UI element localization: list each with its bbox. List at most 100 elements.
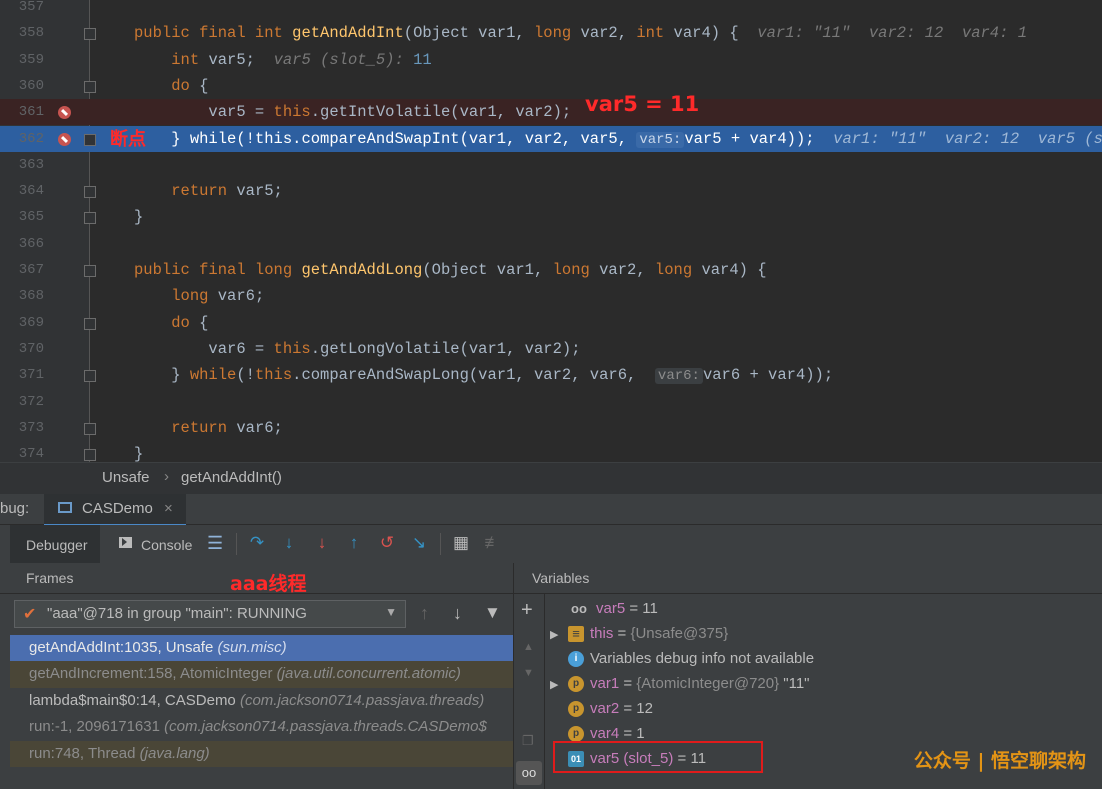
debug-label: bug: [0, 500, 30, 517]
code-line[interactable]: 368 long var6; [0, 283, 1102, 309]
code-line[interactable]: 363 [0, 152, 1102, 178]
move-up-icon[interactable]: ▲ [523, 641, 534, 653]
line-number[interactable]: 358 [10, 20, 44, 46]
frame-row[interactable]: getAndIncrement:158, AtomicInteger (java… [10, 661, 513, 688]
code-line[interactable]: 373 return var6; [0, 415, 1102, 441]
tab-console-label: Console [141, 537, 193, 553]
breadcrumb-method[interactable]: getAndAddInt() [181, 469, 282, 486]
line-number[interactable]: 362 [10, 126, 44, 152]
menu-icon[interactable]: ☰ [207, 533, 223, 554]
variable-row[interactable]: ▶ p var1 = {AtomicInteger@720} "11" [550, 671, 810, 696]
evaluate-icon[interactable]: ▦ [452, 534, 470, 552]
filter-icon[interactable]: ▼ [484, 603, 501, 623]
line-number[interactable]: 361 [10, 99, 44, 125]
frame-row[interactable]: lambda$main$0:14, CASDemo (com.jackson07… [10, 688, 513, 715]
code-line[interactable]: 365} [0, 204, 1102, 230]
code-line[interactable]: 371 } while(!this.compareAndSwapLong(var… [0, 362, 1102, 388]
variable-name: var1 [590, 675, 620, 692]
add-watch-icon[interactable]: + [521, 599, 533, 622]
breakpoint-icon[interactable] [58, 132, 71, 146]
line-number[interactable]: 357 [10, 0, 44, 20]
line-number[interactable]: 366 [10, 231, 44, 257]
fold-marker-icon[interactable] [84, 28, 96, 41]
thread-select[interactable]: ✔ "aaa"@718 in group "main": RUNNING ▼ [14, 600, 406, 628]
line-number[interactable]: 373 [10, 415, 44, 441]
code-line[interactable]: 362 } while(!this.compareAndSwapInt(var1… [0, 125, 1102, 152]
variable-name: var5 [596, 600, 626, 617]
frame-row[interactable]: run:748, Thread (java.lang) [10, 740, 513, 768]
drop-frame-icon[interactable]: ↺ [378, 534, 396, 552]
code-line[interactable]: 364 return var5; [0, 178, 1102, 204]
breadcrumb-class[interactable]: Unsafe [102, 469, 150, 486]
code-text: var5 = this.getIntVolatile(var1, var2); [134, 103, 572, 122]
line-number[interactable]: 368 [10, 283, 44, 309]
parameter-icon: p [568, 701, 584, 718]
frame-row[interactable]: getAndAddInt:1035, Unsafe (sun.misc) [10, 635, 513, 662]
line-number[interactable]: 359 [10, 47, 44, 73]
code-line[interactable]: 360 do { [0, 73, 1102, 99]
equals-sign: = [625, 600, 643, 617]
expand-arrow-icon[interactable]: ▶ [550, 623, 568, 648]
equals-sign: = [619, 725, 637, 742]
trace-icon[interactable]: ≢ [484, 534, 502, 552]
frame-row[interactable]: run:-1, 2096171631 (com.jackson0714.pass… [10, 714, 513, 741]
fold-marker-icon[interactable] [84, 449, 96, 462]
previous-frame-icon[interactable]: ↑ [420, 603, 429, 624]
chevron-down-icon: ▼ [385, 605, 397, 619]
tab-debugger[interactable]: Debugger [10, 525, 100, 566]
step-out-icon[interactable]: ↑ [345, 534, 363, 552]
expand-arrow-icon[interactable]: ▶ [550, 673, 568, 698]
code-line[interactable]: 359 int var5; var5 (slot_5): 11 [0, 47, 1102, 73]
line-number[interactable]: 371 [10, 362, 44, 388]
force-step-into-icon[interactable]: ↓ [313, 534, 331, 552]
code-text: } while(!this.compareAndSwapInt(var1, va… [134, 129, 1102, 148]
watches-toggle-icon[interactable]: oo [516, 761, 542, 785]
fold-marker-icon[interactable] [84, 265, 96, 277]
code-line[interactable]: 358 public final int getAndAddInt(Object … [0, 20, 1102, 46]
code-text: int var5; var5 (slot_5): 11 [171, 50, 432, 69]
code-line[interactable]: 357 [0, 0, 1102, 20]
fold-marker-icon[interactable] [84, 317, 96, 330]
tab-casdemo[interactable]: CASDemo × [44, 494, 186, 527]
run-to-cursor-icon[interactable]: ↘ [410, 534, 428, 552]
variable-row[interactable]: p var2 = 12 [550, 696, 653, 721]
code-line[interactable]: 372 [0, 389, 1102, 415]
variable-value: {AtomicInteger@720} "11" [636, 675, 810, 692]
code-line[interactable]: 374} [0, 441, 1102, 462]
code-line[interactable]: 370 var6 = this.getLongVolatile(var1, va… [0, 336, 1102, 362]
move-down-icon[interactable]: ▼ [523, 667, 534, 679]
line-number[interactable]: 370 [10, 336, 44, 362]
line-number[interactable]: 360 [10, 73, 44, 99]
line-number[interactable]: 374 [10, 441, 44, 462]
line-number[interactable]: 372 [10, 389, 44, 415]
frame-package: (sun.misc) [217, 639, 287, 656]
fold-marker-icon[interactable] [84, 80, 96, 93]
line-number[interactable]: 364 [10, 178, 44, 204]
variable-name: var2 [590, 700, 620, 717]
fold-marker-icon[interactable] [84, 370, 96, 383]
variable-row[interactable]: i Variables debug info not available [550, 646, 814, 671]
fold-marker-icon[interactable] [84, 422, 96, 435]
code-line[interactable]: 369 do { [0, 310, 1102, 336]
line-number[interactable]: 365 [10, 204, 44, 230]
variable-row[interactable]: ▶ ≡ this = {Unsafe@375} [550, 621, 728, 646]
variable-row[interactable]: oo var5 = 11 [550, 596, 658, 621]
step-over-icon[interactable]: ↷ [248, 534, 266, 552]
line-number[interactable]: 367 [10, 257, 44, 283]
code-line[interactable]: 366 [0, 231, 1102, 257]
close-icon[interactable]: × [164, 500, 173, 517]
step-into-icon[interactable]: ↓ [280, 534, 298, 552]
fold-marker-icon[interactable] [84, 133, 96, 146]
copy-icon[interactable]: ❐ [522, 733, 534, 749]
tab-console[interactable]: Console [112, 525, 202, 563]
line-number[interactable]: 369 [10, 310, 44, 336]
code-editor[interactable]: 357 358 public final int getAndAddInt(Obje… [0, 0, 1102, 462]
code-line[interactable]: 361 var5 = this.getIntVolatile(var1, var… [0, 99, 1102, 126]
tab-casdemo-label: CASDemo [82, 500, 153, 517]
line-number[interactable]: 363 [10, 152, 44, 178]
code-line[interactable]: 367 public final long getAndAddLong(Objec… [0, 257, 1102, 283]
next-frame-icon[interactable]: ↓ [453, 603, 462, 624]
fold-marker-icon[interactable] [84, 212, 96, 225]
breakpoint-icon[interactable] [58, 106, 71, 120]
fold-marker-icon[interactable] [84, 186, 96, 199]
